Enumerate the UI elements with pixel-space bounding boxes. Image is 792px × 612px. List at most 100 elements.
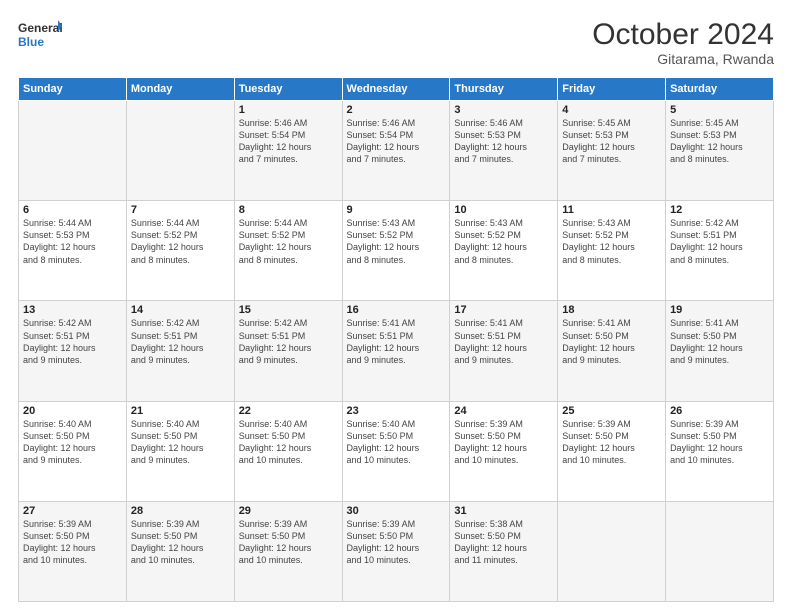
day-info: Sunrise: 5:43 AM Sunset: 5:52 PM Dayligh…: [347, 217, 446, 266]
weekday-monday: Monday: [126, 78, 234, 101]
calendar-cell: [666, 501, 774, 601]
day-number: 8: [239, 204, 338, 216]
calendar-cell: 15Sunrise: 5:42 AM Sunset: 5:51 PM Dayli…: [234, 301, 342, 401]
day-number: 6: [23, 204, 122, 216]
day-info: Sunrise: 5:41 AM Sunset: 5:50 PM Dayligh…: [670, 317, 769, 366]
weekday-sunday: Sunday: [19, 78, 127, 101]
calendar-cell: 3Sunrise: 5:46 AM Sunset: 5:53 PM Daylig…: [450, 101, 558, 201]
day-info: Sunrise: 5:46 AM Sunset: 5:53 PM Dayligh…: [454, 117, 553, 166]
svg-text:General: General: [18, 21, 62, 35]
day-info: Sunrise: 5:45 AM Sunset: 5:53 PM Dayligh…: [670, 117, 769, 166]
calendar-cell: 6Sunrise: 5:44 AM Sunset: 5:53 PM Daylig…: [19, 201, 127, 301]
calendar-cell: 26Sunrise: 5:39 AM Sunset: 5:50 PM Dayli…: [666, 401, 774, 501]
day-number: 7: [131, 204, 230, 216]
calendar-cell: 14Sunrise: 5:42 AM Sunset: 5:51 PM Dayli…: [126, 301, 234, 401]
header: General Blue October 2024 Gitarama, Rwan…: [18, 18, 774, 67]
calendar-cell: 27Sunrise: 5:39 AM Sunset: 5:50 PM Dayli…: [19, 501, 127, 601]
day-number: 27: [23, 505, 122, 517]
calendar-cell: 11Sunrise: 5:43 AM Sunset: 5:52 PM Dayli…: [558, 201, 666, 301]
day-number: 23: [347, 405, 446, 417]
day-info: Sunrise: 5:42 AM Sunset: 5:51 PM Dayligh…: [670, 217, 769, 266]
weekday-header-row: SundayMondayTuesdayWednesdayThursdayFrid…: [19, 78, 774, 101]
calendar-cell: 18Sunrise: 5:41 AM Sunset: 5:50 PM Dayli…: [558, 301, 666, 401]
calendar-cell: [558, 501, 666, 601]
calendar-body: 1Sunrise: 5:46 AM Sunset: 5:54 PM Daylig…: [19, 101, 774, 602]
day-info: Sunrise: 5:46 AM Sunset: 5:54 PM Dayligh…: [347, 117, 446, 166]
calendar-cell: 8Sunrise: 5:44 AM Sunset: 5:52 PM Daylig…: [234, 201, 342, 301]
week-row-5: 27Sunrise: 5:39 AM Sunset: 5:50 PM Dayli…: [19, 501, 774, 601]
calendar-cell: 25Sunrise: 5:39 AM Sunset: 5:50 PM Dayli…: [558, 401, 666, 501]
weekday-thursday: Thursday: [450, 78, 558, 101]
calendar-cell: 20Sunrise: 5:40 AM Sunset: 5:50 PM Dayli…: [19, 401, 127, 501]
day-number: 29: [239, 505, 338, 517]
day-number: 20: [23, 405, 122, 417]
day-number: 3: [454, 104, 553, 116]
calendar-cell: 16Sunrise: 5:41 AM Sunset: 5:51 PM Dayli…: [342, 301, 450, 401]
day-number: 10: [454, 204, 553, 216]
day-info: Sunrise: 5:42 AM Sunset: 5:51 PM Dayligh…: [131, 317, 230, 366]
calendar-cell: [126, 101, 234, 201]
day-info: Sunrise: 5:38 AM Sunset: 5:50 PM Dayligh…: [454, 518, 553, 567]
day-number: 21: [131, 405, 230, 417]
day-info: Sunrise: 5:39 AM Sunset: 5:50 PM Dayligh…: [562, 418, 661, 467]
day-info: Sunrise: 5:44 AM Sunset: 5:53 PM Dayligh…: [23, 217, 122, 266]
calendar-cell: 5Sunrise: 5:45 AM Sunset: 5:53 PM Daylig…: [666, 101, 774, 201]
day-number: 15: [239, 304, 338, 316]
day-number: 18: [562, 304, 661, 316]
calendar-cell: 19Sunrise: 5:41 AM Sunset: 5:50 PM Dayli…: [666, 301, 774, 401]
day-info: Sunrise: 5:43 AM Sunset: 5:52 PM Dayligh…: [562, 217, 661, 266]
day-info: Sunrise: 5:40 AM Sunset: 5:50 PM Dayligh…: [239, 418, 338, 467]
week-row-4: 20 Sunrise: 5:40 AM Sunset: 5:50 PM Dayli…: [19, 401, 774, 501]
day-info: Sunrise: 5:39 AM Sunset: 5:50 PM Dayligh…: [131, 518, 230, 567]
week-row-3: 13Sunrise: 5:42 AM Sunset: 5:51 PM Dayli…: [19, 301, 774, 401]
day-number: 4: [562, 104, 661, 116]
day-info: Sunrise: 5:43 AM Sunset: 5:52 PM Dayligh…: [454, 217, 553, 266]
day-info: Sunrise: 5:42 AM Sunset: 5:51 PM Dayligh…: [23, 317, 122, 366]
month-title: October 2024: [592, 18, 774, 51]
day-info: Sunrise: 5:44 AM Sunset: 5:52 PM Dayligh…: [239, 217, 338, 266]
calendar-cell: 24Sunrise: 5:39 AM Sunset: 5:50 PM Dayli…: [450, 401, 558, 501]
day-info: Sunrise: 5:46 AM Sunset: 5:54 PM Dayligh…: [239, 117, 338, 166]
calendar-cell: 21Sunrise: 5:40 AM Sunset: 5:50 PM Dayli…: [126, 401, 234, 501]
calendar-cell: [19, 101, 127, 201]
calendar-cell: 10Sunrise: 5:43 AM Sunset: 5:52 PM Dayli…: [450, 201, 558, 301]
day-info: Sunrise: 5:40 AM Sunset: 5:50 PM Dayligh…: [131, 418, 230, 467]
day-info: Sunrise: 5:39 AM Sunset: 5:50 PM Dayligh…: [239, 518, 338, 567]
calendar-cell: 4Sunrise: 5:45 AM Sunset: 5:53 PM Daylig…: [558, 101, 666, 201]
day-number: 14: [131, 304, 230, 316]
location: Gitarama, Rwanda: [592, 51, 774, 67]
weekday-tuesday: Tuesday: [234, 78, 342, 101]
day-number: 19: [670, 304, 769, 316]
day-info: Sunrise: 5:39 AM Sunset: 5:50 PM Dayligh…: [454, 418, 553, 467]
calendar-cell: 22Sunrise: 5:40 AM Sunset: 5:50 PM Dayli…: [234, 401, 342, 501]
day-info: Sunrise: 5:44 AM Sunset: 5:52 PM Dayligh…: [131, 217, 230, 266]
day-info: Sunrise: 5:39 AM Sunset: 5:50 PM Dayligh…: [23, 518, 122, 567]
calendar-cell: 29Sunrise: 5:39 AM Sunset: 5:50 PM Dayli…: [234, 501, 342, 601]
weekday-wednesday: Wednesday: [342, 78, 450, 101]
calendar-cell: 9Sunrise: 5:43 AM Sunset: 5:52 PM Daylig…: [342, 201, 450, 301]
day-number: 25: [562, 405, 661, 417]
day-number: 17: [454, 304, 553, 316]
week-row-2: 6Sunrise: 5:44 AM Sunset: 5:53 PM Daylig…: [19, 201, 774, 301]
svg-text:Blue: Blue: [18, 35, 44, 49]
calendar-cell: 28Sunrise: 5:39 AM Sunset: 5:50 PM Dayli…: [126, 501, 234, 601]
calendar-cell: 17Sunrise: 5:41 AM Sunset: 5:51 PM Dayli…: [450, 301, 558, 401]
day-number: 5: [670, 104, 769, 116]
day-info: Sunrise: 5:39 AM Sunset: 5:50 PM Dayligh…: [670, 418, 769, 467]
day-number: 26: [670, 405, 769, 417]
calendar-cell: 2Sunrise: 5:46 AM Sunset: 5:54 PM Daylig…: [342, 101, 450, 201]
day-info: Sunrise: 5:39 AM Sunset: 5:50 PM Dayligh…: [347, 518, 446, 567]
calendar-cell: 30Sunrise: 5:39 AM Sunset: 5:50 PM Dayli…: [342, 501, 450, 601]
day-info: Sunrise: 5:45 AM Sunset: 5:53 PM Dayligh…: [562, 117, 661, 166]
day-number: 16: [347, 304, 446, 316]
day-info: Sunrise: 5:41 AM Sunset: 5:50 PM Dayligh…: [562, 317, 661, 366]
calendar-table: SundayMondayTuesdayWednesdayThursdayFrid…: [18, 77, 774, 602]
day-info: Sunrise: 5:42 AM Sunset: 5:51 PM Dayligh…: [239, 317, 338, 366]
weekday-saturday: Saturday: [666, 78, 774, 101]
calendar-cell: 1Sunrise: 5:46 AM Sunset: 5:54 PM Daylig…: [234, 101, 342, 201]
calendar-cell: 7Sunrise: 5:44 AM Sunset: 5:52 PM Daylig…: [126, 201, 234, 301]
calendar-cell: 12Sunrise: 5:42 AM Sunset: 5:51 PM Dayli…: [666, 201, 774, 301]
day-number: 13: [23, 304, 122, 316]
calendar-cell: 31Sunrise: 5:38 AM Sunset: 5:50 PM Dayli…: [450, 501, 558, 601]
day-number: 1: [239, 104, 338, 116]
